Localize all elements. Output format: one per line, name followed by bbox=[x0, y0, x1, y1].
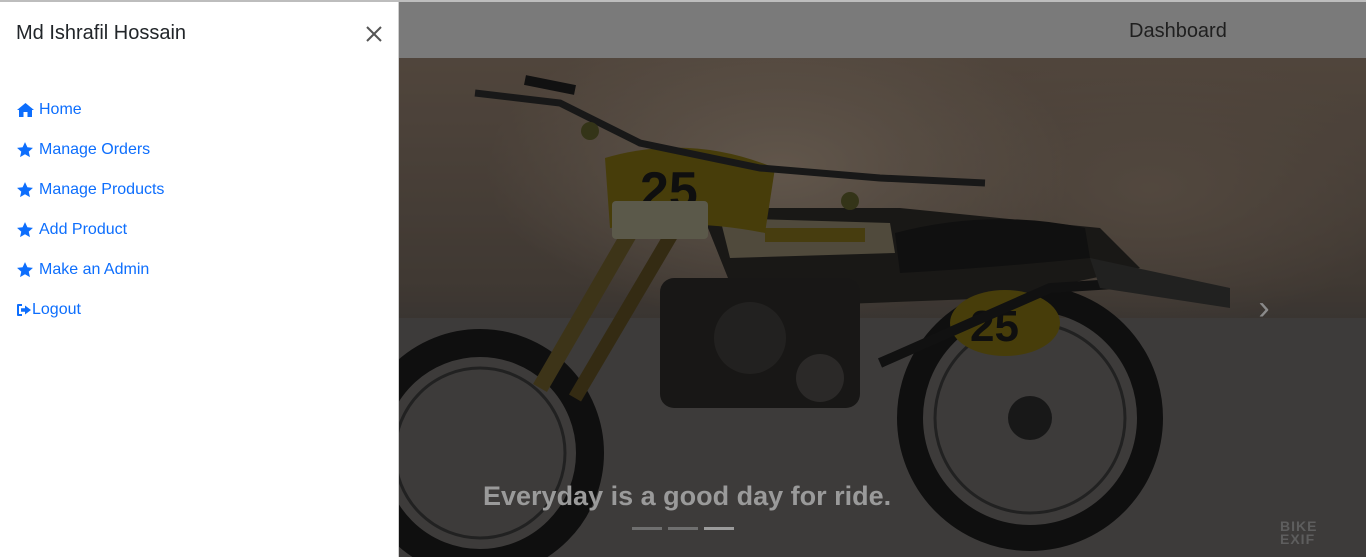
carousel-caption: Everyday is a good day for ride. bbox=[483, 481, 892, 511]
watermark: BIKE EXIF bbox=[1280, 518, 1318, 547]
sidebar-item-manage-orders[interactable]: Manage Orders bbox=[16, 130, 164, 170]
carousel-next-chevron-icon[interactable]: › bbox=[1252, 290, 1276, 326]
close-icon[interactable] bbox=[362, 22, 386, 46]
sign-out-icon bbox=[16, 301, 32, 319]
home-icon bbox=[16, 101, 36, 119]
star-icon bbox=[16, 261, 36, 279]
star-icon bbox=[16, 141, 36, 159]
sidebar-menu: Home Manage Orders Manage Products Add P… bbox=[16, 90, 164, 330]
carousel-indicator-2[interactable] bbox=[668, 527, 698, 530]
carousel-indicator-1[interactable] bbox=[632, 527, 662, 530]
sidebar-item-home[interactable]: Home bbox=[16, 90, 164, 130]
sidebar-title: Md Ishrafil Hossain bbox=[16, 22, 187, 44]
sidebar-item-label: Logout bbox=[32, 301, 81, 318]
sidebar-item-label: Add Product bbox=[39, 221, 128, 238]
sidebar-item-label: Make an Admin bbox=[39, 261, 150, 278]
sidebar-item-label: Home bbox=[39, 101, 82, 118]
sidebar-item-manage-products[interactable]: Manage Products bbox=[16, 170, 164, 210]
sidebar-item-add-product[interactable]: Add Product bbox=[16, 210, 164, 250]
carousel-indicator-3[interactable] bbox=[704, 527, 734, 530]
offcanvas-sidebar: Md Ishrafil Hossain Home Manage Orders M… bbox=[0, 2, 399, 557]
sidebar-item-logout[interactable]: Logout bbox=[16, 290, 164, 330]
star-icon bbox=[16, 221, 36, 239]
star-icon bbox=[16, 181, 36, 199]
sidebar-item-make-admin[interactable]: Make an Admin bbox=[16, 250, 164, 290]
carousel-indicators bbox=[632, 527, 734, 530]
nav-link-dashboard[interactable]: Dashboard bbox=[1129, 20, 1227, 43]
sidebar-item-label: Manage Products bbox=[39, 181, 165, 198]
sidebar-item-label: Manage Orders bbox=[39, 141, 151, 158]
